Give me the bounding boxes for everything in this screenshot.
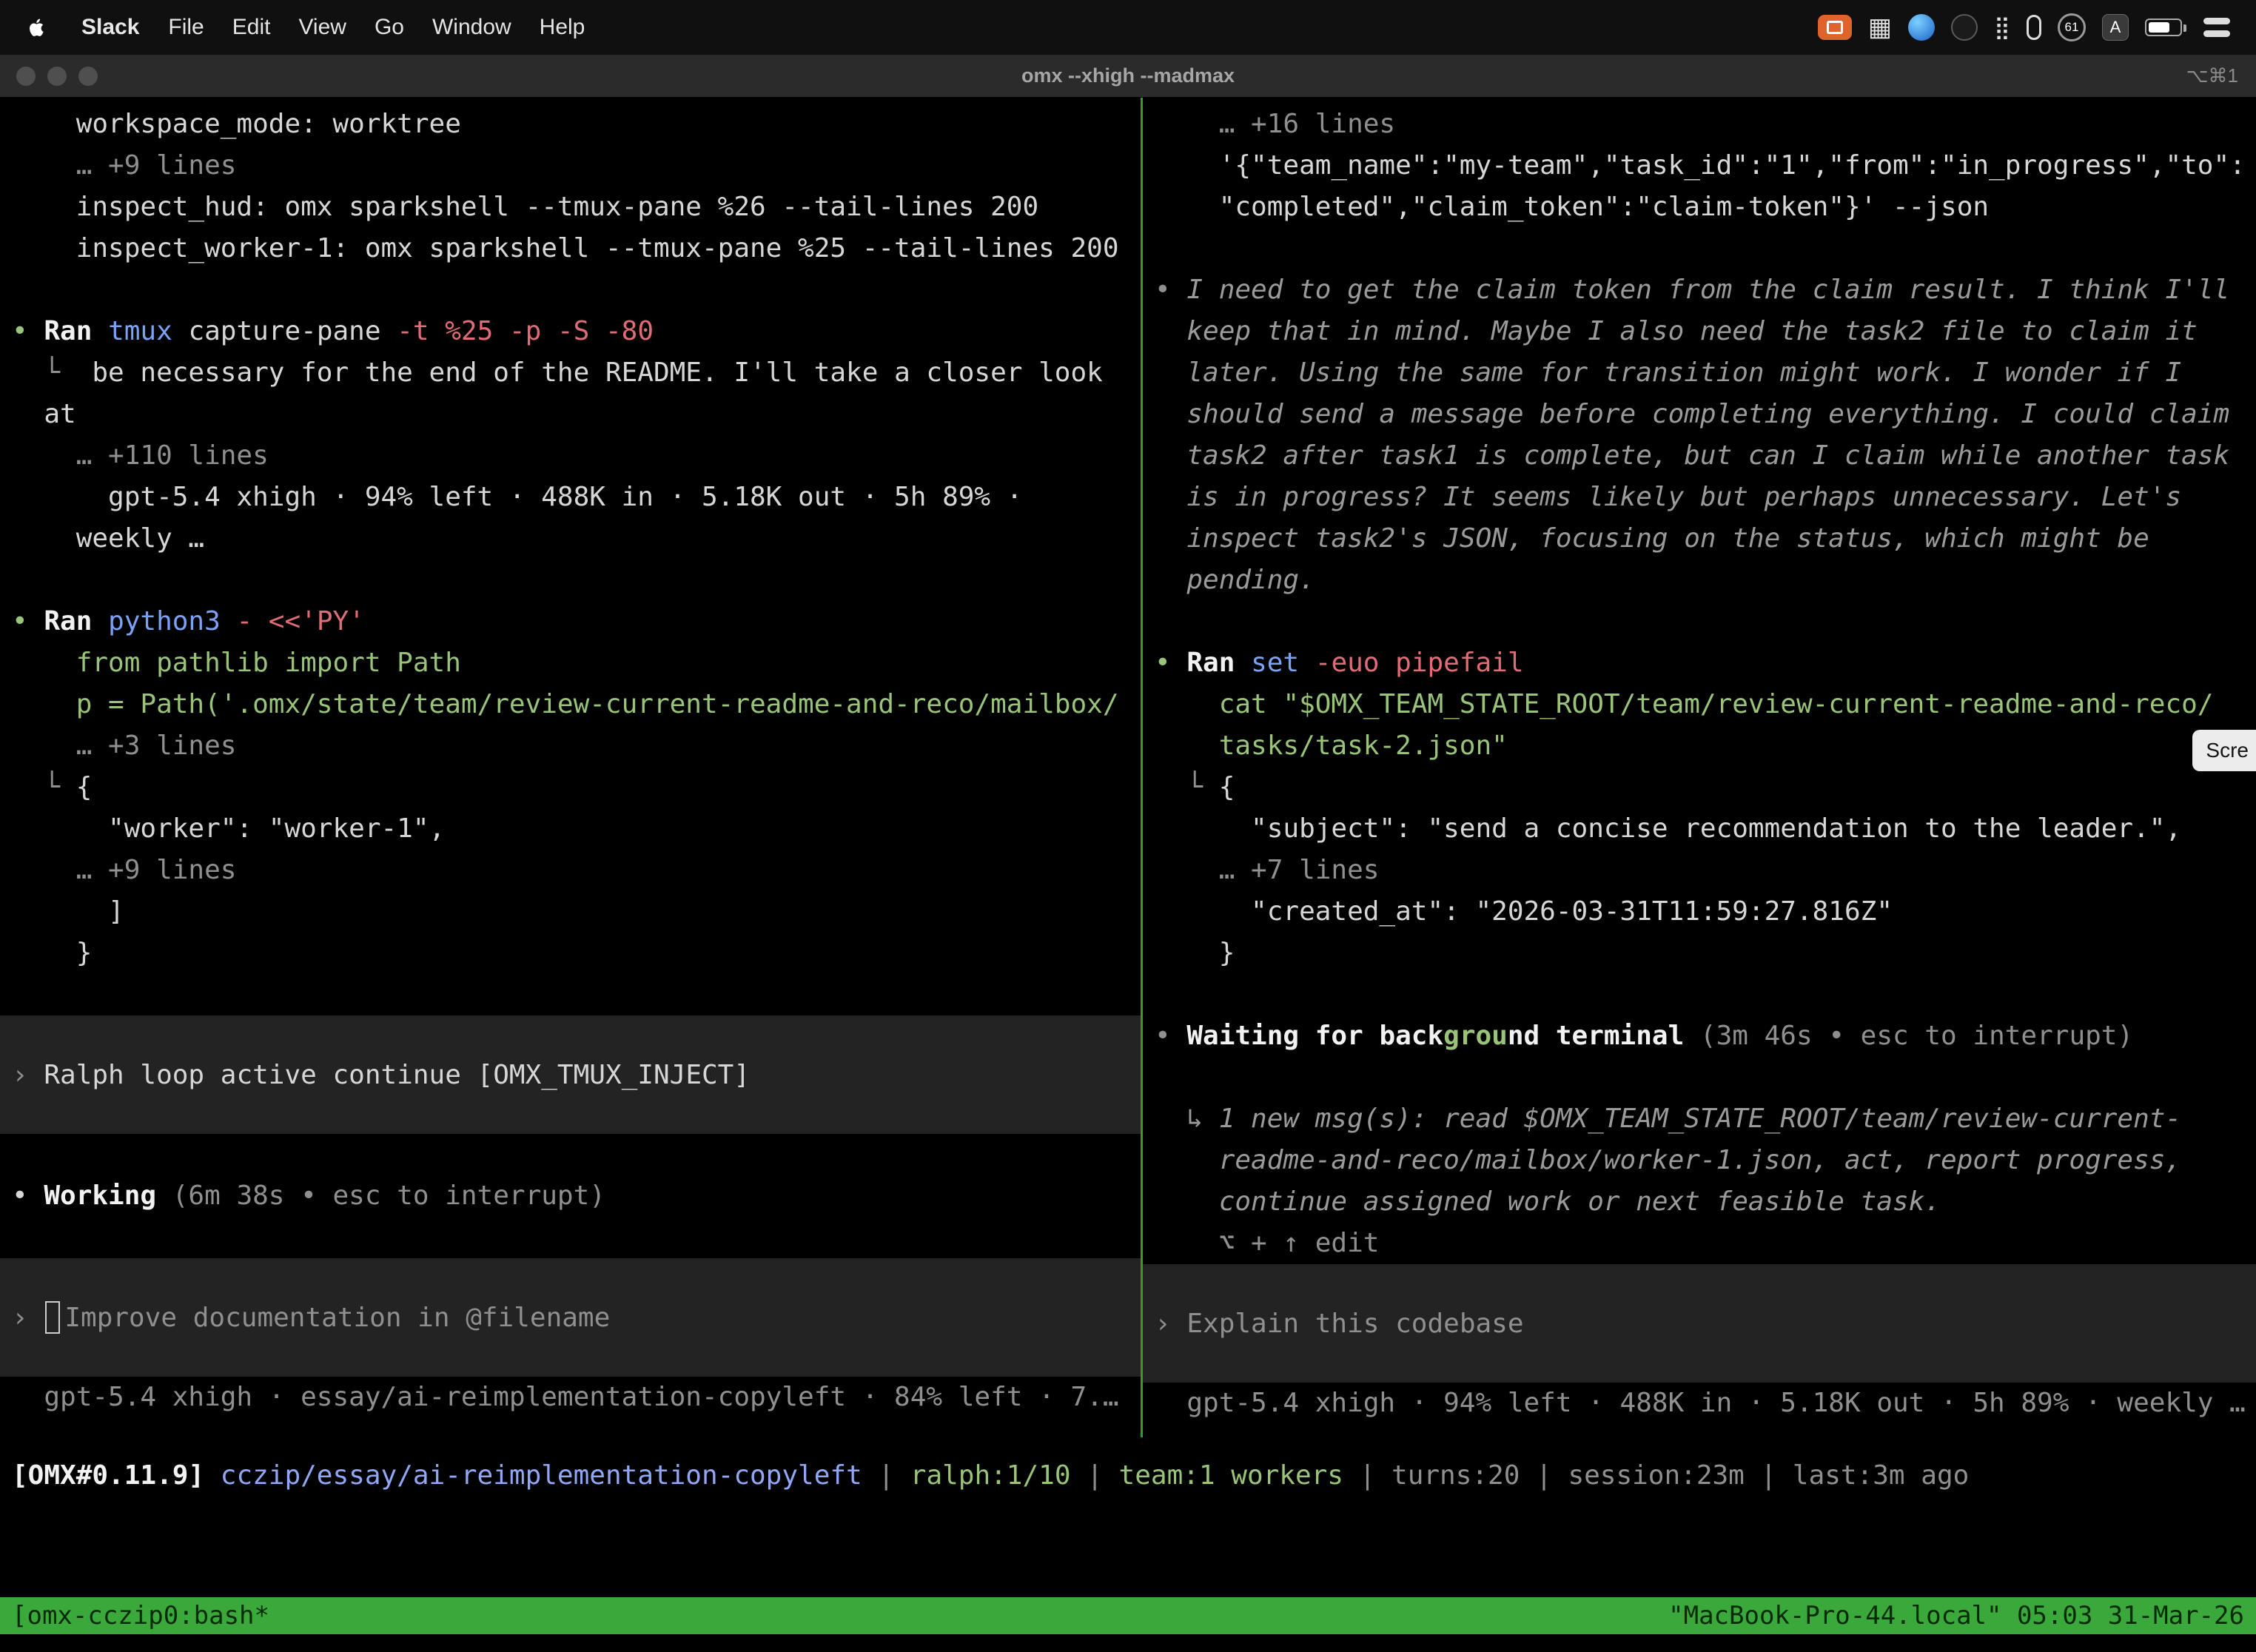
terminal-line: • Working (6m 38s • esc to interrupt) [0,1175,1141,1217]
prompt-bar[interactable]: › Ralph loop active continue [OMX_TMUX_I… [0,1015,1141,1134]
terminal-line: gpt-5.4 xhigh · 94% left · 488K in · 5.1… [1143,1383,2256,1424]
terminal-line [1143,228,2256,269]
terminal-line: "completed","claim_token":"claim-token"}… [1143,187,2256,228]
menu-left: Slack FileEditViewGoWindowHelp [18,15,599,40]
menu-item-go[interactable]: Go [360,15,418,40]
terminal-line: workspace_mode: worktree [0,104,1141,145]
terminal-line: } [1143,933,2256,974]
terminal-line: later. Using the same for transition mig… [1143,352,2256,394]
terminal-line: gpt-5.4 xhigh · essay/ai-reimplementatio… [0,1377,1141,1418]
terminal-line [1143,1057,2256,1098]
terminal-line: inspect_hud: omx sparkshell --tmux-pane … [0,187,1141,228]
tmux-host-clock: "MacBook-Pro-44.local" 05:03 31-Mar-26 [1668,1597,2244,1634]
terminal-line: task2 after task1 is complete, but can I… [1143,435,2256,477]
control-center-icon[interactable] [2203,18,2230,37]
terminal-line: weekly … [0,518,1141,560]
terminal-line: } [0,933,1141,974]
terminal-line [0,1134,1141,1175]
menu-item-view[interactable]: View [284,15,360,40]
utility-app-icon[interactable] [2027,15,2041,40]
terminal-line: ] [0,891,1141,933]
prompt-bar[interactable]: › Explain this codebase [1143,1264,2256,1383]
terminal-line [1143,601,2256,642]
terminal-line: cat "$OMX_TEAM_STATE_ROOT/team/review-cu… [1143,684,2256,725]
left-pane[interactable]: workspace_mode: worktree … +9 lines insp… [0,98,1141,1437]
terminal-line: should send a message before completing … [1143,394,2256,435]
terminal-line: └ be necessary for the end of the README… [0,352,1141,394]
status-icons: ▦ ⣿ 61 A [1810,13,2238,42]
terminal-line: readme-and-reco/mailbox/worker-1.json, a… [1143,1140,2256,1181]
menu-item-window[interactable]: Window [418,15,526,40]
terminal-line [0,1217,1141,1258]
terminal-line: inspect_worker-1: omx sparkshell --tmux-… [0,228,1141,269]
bottom-strip [0,1634,2256,1652]
menu-item-file[interactable]: File [154,15,218,40]
terminal-line: … +9 lines [0,850,1141,891]
terminal-line: ⌥ + ↑ edit [1143,1223,2256,1264]
terminal-line: from pathlib import Path [0,642,1141,684]
terminal-line: "subject": "send a concise recommendatio… [1143,808,2256,850]
grid-app-icon[interactable]: ▦ [1868,13,1892,42]
terminal-line: "worker": "worker-1", [0,808,1141,850]
terminal-line [0,974,1141,1015]
terminal-line: └ { [1143,767,2256,808]
blue-app-icon[interactable] [1908,14,1935,41]
terminal-line: … +7 lines [1143,850,2256,891]
screen-notification[interactable]: Scre [2192,730,2256,771]
dark-app-icon[interactable] [1951,14,1978,41]
terminal-line: continue assigned work or next feasible … [1143,1181,2256,1223]
terminal-line: inspect task2's JSON, focusing on the st… [1143,518,2256,560]
terminal-line: … +9 lines [0,145,1141,187]
battery-icon[interactable] [2145,19,2182,36]
window-title-bar: omx --xhigh --madmax ⌥⌘1 [0,55,2256,98]
terminal-line: p = Path('.omx/state/team/review-current… [0,684,1141,725]
bottom-spacer [0,1497,2256,1597]
window-shortcut: ⌥⌘1 [2186,64,2238,87]
terminal-panes: workspace_mode: worktree … +9 lines insp… [0,98,2256,1437]
terminal-line: … +16 lines [1143,104,2256,145]
terminal-line: • Ran tmux capture-pane -t %25 -p -S -80 [0,311,1141,352]
terminal-line: at [0,394,1141,435]
prompt-bar[interactable]: › Improve documentation in @filename [0,1258,1141,1377]
input-source-icon[interactable]: A [2102,14,2129,41]
terminal-line: … +3 lines [0,725,1141,767]
terminal-line [0,269,1141,311]
tmux-status-bar: [omx-cczip0:bash* "MacBook-Pro-44.local"… [0,1597,2256,1634]
terminal-line: '{"team_name":"my-team","task_id":"1","f… [1143,145,2256,187]
terminal-line: tasks/task-2.json" [1143,725,2256,767]
terminal-line: • Ran python3 - <<'PY' [0,601,1141,642]
terminal-line: keep that in mind. Maybe I also need the… [1143,311,2256,352]
terminal-line: └ { [0,767,1141,808]
text-cursor [45,1301,60,1334]
menu-item-edit[interactable]: Edit [218,15,285,40]
dots-grid-icon[interactable]: ⣿ [1994,15,2010,41]
battery-percent-ring[interactable]: 61 [2058,13,2086,41]
omx-status-line: [OMX#0.11.9] cczip/essay/ai-reimplementa… [0,1455,2256,1497]
apple-menu-icon[interactable] [25,15,50,40]
screen-recording-indicator[interactable] [1818,15,1852,40]
terminal-line: • I need to get the claim token from the… [1143,269,2256,311]
terminal-line: is in progress? It seems likely but perh… [1143,477,2256,518]
terminal-line [1143,974,2256,1015]
terminal-line: gpt-5.4 xhigh · 94% left · 488K in · 5.1… [0,477,1141,518]
active-app-name[interactable]: Slack [67,15,154,40]
window-title: omx --xhigh --madmax [0,64,2256,87]
menu-item-help[interactable]: Help [526,15,600,40]
terminal-line: "created_at": "2026-03-31T11:59:27.816Z" [1143,891,2256,933]
terminal-line: • Waiting for background terminal (3m 46… [1143,1015,2256,1057]
tmux-session-label: [omx-cczip0:bash* [12,1597,269,1634]
terminal-line [0,560,1141,601]
terminal-line: … +110 lines [0,435,1141,477]
menu-bar: Slack FileEditViewGoWindowHelp ▦ ⣿ 61 A [0,0,2256,55]
right-pane[interactable]: … +16 lines '{"team_name":"my-team","tas… [1143,98,2256,1437]
terminal-line: ↳ 1 new msg(s): read $OMX_TEAM_STATE_ROO… [1143,1098,2256,1140]
terminal-line: pending. [1143,560,2256,601]
terminal-line: • Ran set -euo pipefail [1143,642,2256,684]
menu-items: FileEditViewGoWindowHelp [154,15,599,40]
